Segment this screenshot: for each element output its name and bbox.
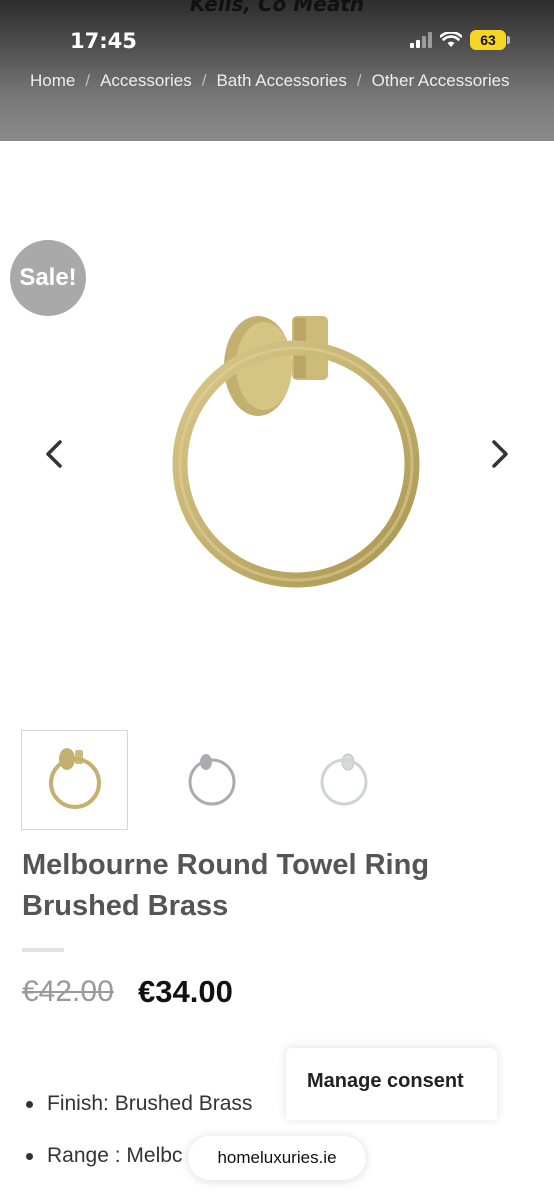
chevron-left-icon[interactable]	[34, 434, 74, 474]
bullet-icon	[26, 1101, 33, 1108]
bullet-icon	[26, 1153, 33, 1160]
spec-value: Melbc	[126, 1144, 183, 1167]
sale-badge: Sale!	[10, 240, 86, 316]
towel-ring-chrome-image	[320, 753, 367, 806]
product-title: Melbourne Round Towel Ring Brushed Brass	[22, 849, 430, 922]
thumbnail-brushed-nickel[interactable]	[158, 730, 265, 830]
breadcrumb-separator: /	[201, 71, 207, 90]
battery-icon: 63	[470, 30, 510, 50]
browser-url-bar[interactable]: homeluxuries.ie	[188, 1136, 366, 1180]
original-price: €42.00	[22, 975, 114, 1008]
breadcrumb-separator: /	[356, 71, 362, 90]
breadcrumb-bath-accessories[interactable]: Bath Accessories	[216, 71, 346, 91]
breadcrumb-separator: /	[85, 71, 91, 90]
header: Kells, Co Meath 17:45 63 Home / Accessor…	[0, 0, 554, 141]
store-banner: Kells, Co Meath	[189, 0, 365, 16]
breadcrumb-home[interactable]: Home	[30, 71, 75, 91]
product-image[interactable]	[160, 300, 440, 620]
chevron-right-icon[interactable]	[480, 434, 520, 474]
wifi-icon	[440, 32, 462, 47]
breadcrumb-other-accessories[interactable]: Other Accessories	[372, 71, 510, 91]
title-divider	[22, 948, 64, 952]
sale-price: €34.00	[138, 974, 233, 1009]
breadcrumb-accessories[interactable]: Accessories	[100, 71, 192, 91]
thumbnail-chrome[interactable]	[290, 730, 397, 830]
thumbnail-brushed-brass[interactable]	[21, 730, 128, 830]
breadcrumb: Home / Accessories / Bath Accessories / …	[30, 71, 510, 91]
cellular-signal-icon	[410, 32, 432, 48]
towel-ring-nickel-image	[188, 754, 235, 806]
status-icons: 63	[410, 30, 510, 50]
towel-ring-brass-image	[48, 748, 101, 809]
spec-value: Brushed Brass	[114, 1092, 253, 1115]
spec-label: Range :	[47, 1144, 121, 1167]
status-time: 17:45	[70, 29, 137, 53]
spec-label: Finish:	[47, 1092, 109, 1115]
manage-consent-button[interactable]: Manage consent	[286, 1048, 497, 1120]
